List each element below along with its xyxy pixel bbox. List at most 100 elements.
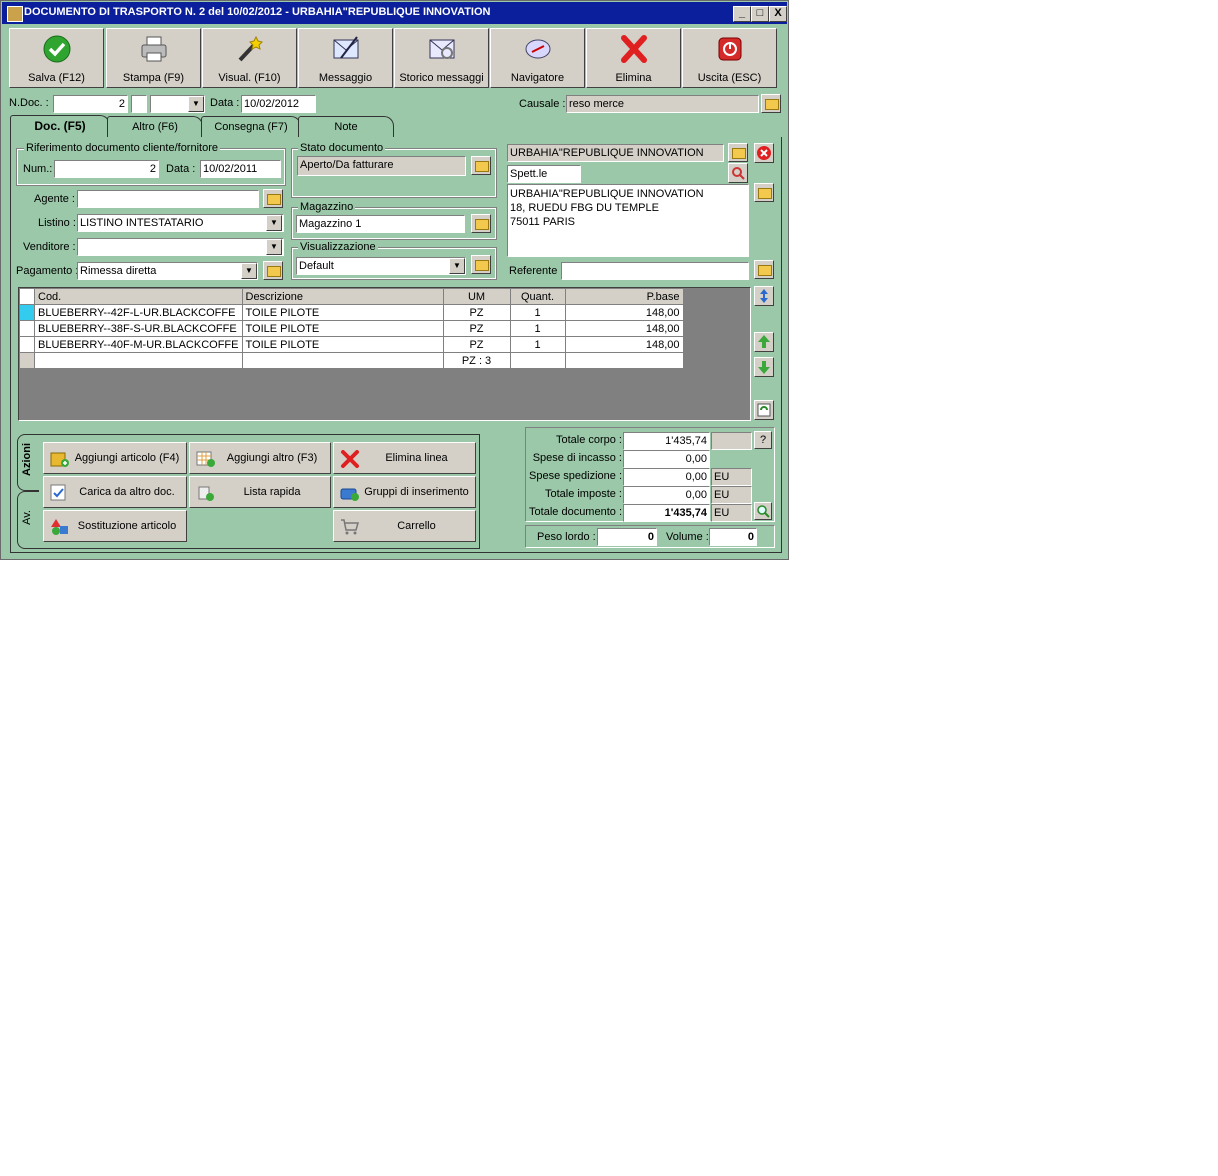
message-history-button[interactable]: Storico messaggi [394,28,489,88]
peso-value[interactable]: 0 [597,528,657,546]
delete-button[interactable]: Elimina [586,28,681,88]
pagamento-folder-icon[interactable] [263,261,283,280]
tab-note[interactable]: Note [298,116,394,137]
cell-pbase[interactable]: 148,00 [564,336,684,353]
tab-doc[interactable]: Doc. (F5) [10,115,110,138]
col-quant[interactable]: Quant. [509,288,566,305]
cell-descrizione[interactable]: TOILE PILOTE [241,320,444,337]
salutation-input[interactable]: Spett.le [507,165,581,183]
tab-azioni[interactable]: Azioni [17,434,39,491]
magazzino-folder-icon[interactable] [471,214,491,233]
tab-consegna[interactable]: Consegna (F7) [201,116,301,137]
move-up-icon[interactable] [754,332,774,352]
delete-line-button[interactable]: Elimina linea [333,442,476,474]
col-pbase[interactable]: P.base [564,288,684,305]
ndoc-suffix-input[interactable] [131,95,147,113]
stato-folder-icon[interactable] [471,156,491,175]
tab-av[interactable]: Av. [17,491,39,549]
sort-arrows-icon[interactable] [754,286,774,306]
visualizzazione-select[interactable]: Default [296,257,466,275]
replace-article-button[interactable]: Sostituzione articolo [43,510,187,542]
cell-quant[interactable]: 1 [509,336,566,353]
message-button[interactable]: Messaggio [298,28,393,88]
table-row[interactable]: BLUEBERRY--42F-L-UR.BLACKCOFFE TOILE PIL… [19,304,684,321]
cell-quant[interactable]: 1 [509,320,566,337]
refresh-icon[interactable] [754,400,774,420]
window-title: DOCUMENTO DI TRASPORTO N. 2 del 10/02/20… [24,6,491,18]
address-folder-icon[interactable] [754,183,774,202]
table-row[interactable]: BLUEBERRY--40F-M-UR.BLACKCOFFE TOILE PIL… [19,336,684,353]
ref-date-input[interactable]: 10/02/2011 [200,160,281,178]
referente-folder-icon[interactable] [754,260,774,279]
load-from-doc-button[interactable]: Carica da altro doc. [43,476,187,508]
causale-input[interactable]: reso merce [566,95,759,113]
cell-cod[interactable]: BLUEBERRY--42F-L-UR.BLACKCOFFE [34,304,243,321]
col-um[interactable]: UM [442,288,511,305]
date-input[interactable]: 10/02/2012 [241,95,316,113]
spese-spedizione-label: Spese spedizione : [529,470,622,482]
cell-quant[interactable]: 1 [509,304,566,321]
riferimento-title: Riferimento documento cliente/fornitore [24,142,220,154]
minimize-button[interactable]: _ [733,6,751,22]
load-from-doc-label: Carica da altro doc. [79,486,175,498]
listino-select[interactable]: LISTINO INTESTATARIO [77,214,284,232]
add-other-button[interactable]: Aggiungi altro (F3) [189,442,331,474]
title-bar[interactable]: DOCUMENTO DI TRASPORTO N. 2 del 10/02/20… [2,2,787,24]
ref-num-input[interactable]: 2 [54,160,159,178]
totale-documento-label: Totale documento : [529,506,622,518]
move-down-icon[interactable] [754,357,774,377]
quick-list-icon [198,486,214,501]
zoom-icon[interactable] [754,502,772,520]
spese-incasso-value[interactable]: 0,00 [623,450,710,468]
venditore-chevron-down-icon[interactable]: ▼ [266,239,282,255]
help-button[interactable]: ? [754,431,772,449]
save-button[interactable]: Salva (F12) [9,28,104,88]
pagamento-chevron-down-icon[interactable]: ▼ [241,263,257,279]
visualizzazione-folder-icon[interactable] [471,255,491,274]
ndoc-input[interactable]: 2 [53,95,128,113]
causale-folder-icon[interactable] [761,94,781,113]
customer-folder-icon[interactable] [728,143,748,162]
cell-pbase[interactable]: 148,00 [564,304,684,321]
tab-altro[interactable]: Altro (F6) [107,116,203,137]
venditore-select[interactable] [77,238,284,256]
col-descrizione[interactable]: Descrizione [241,288,444,305]
magazzino-input[interactable]: Magazzino 1 [296,215,465,233]
cell-descrizione[interactable]: TOILE PILOTE [241,336,444,353]
cell-descrizione[interactable]: TOILE PILOTE [241,304,444,321]
table-row[interactable]: BLUEBERRY--38F-S-UR.BLACKCOFFE TOILE PIL… [19,320,684,337]
totale-imposte-value: 0,00 [623,486,710,504]
insert-groups-button[interactable]: Gruppi di inserimento [333,476,476,508]
view-button[interactable]: Visual. (F10) [202,28,297,88]
items-grid[interactable]: Cod. Descrizione UM Quant. P.base BLUEBE… [18,287,751,421]
listino-chevron-down-icon[interactable]: ▼ [266,215,282,231]
cell-pbase[interactable]: 148,00 [564,320,684,337]
pagamento-select[interactable]: Rimessa diretta [77,262,258,280]
remove-customer-icon[interactable] [754,143,774,163]
visualizzazione-chevron-down-icon[interactable]: ▼ [449,258,465,274]
print-button[interactable]: Stampa (F9) [106,28,201,88]
volume-value[interactable]: 0 [709,528,757,546]
cell-cod[interactable]: BLUEBERRY--40F-M-UR.BLACKCOFFE [34,336,243,353]
agente-input[interactable] [77,190,259,208]
cell-cod[interactable]: BLUEBERRY--38F-S-UR.BLACKCOFFE [34,320,243,337]
close-window-button[interactable]: X [769,6,787,22]
cart-button[interactable]: Carrello [333,510,476,542]
cell-um[interactable]: PZ [442,336,511,353]
exit-button[interactable]: Uscita (ESC) [682,28,777,88]
chevron-down-icon[interactable]: ▼ [188,96,204,112]
col-cod[interactable]: Cod. [34,288,243,305]
navigator-button[interactable]: Navigatore [490,28,585,88]
referente-input[interactable] [561,262,749,280]
customer-search-icon[interactable] [728,163,748,183]
add-article-button[interactable]: Aggiungi articolo (F4) [43,442,187,474]
message-label: Messaggio [318,72,373,84]
cell-um[interactable]: PZ [442,320,511,337]
agente-folder-icon[interactable] [263,189,283,208]
quick-list-button[interactable]: Lista rapida [189,476,331,508]
maximize-button[interactable]: □ [751,6,769,22]
cell-um[interactable]: PZ [442,304,511,321]
venditore-label: Venditore : [23,241,76,253]
totale-corpo-label: Totale corpo : [555,434,622,446]
spese-spedizione-value[interactable]: 0,00 [623,468,710,486]
